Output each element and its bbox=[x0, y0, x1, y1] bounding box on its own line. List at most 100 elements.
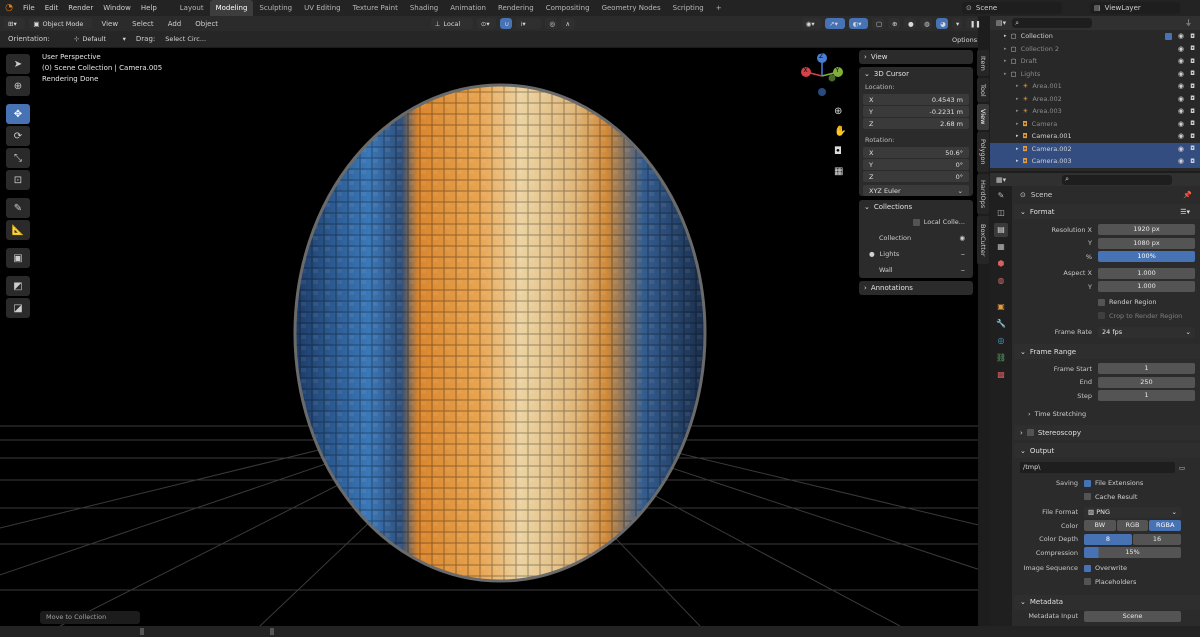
overwrite-checkbox[interactable] bbox=[1084, 564, 1091, 572]
exclude-checkbox[interactable] bbox=[1165, 32, 1172, 40]
annotate-tool-icon[interactable]: ✎ bbox=[6, 198, 30, 218]
add-workspace-button[interactable]: + bbox=[710, 0, 728, 16]
outliner-row[interactable]: ▸ ◘ Camera ◉ ◘ bbox=[990, 118, 1200, 131]
transform-orientation-selector[interactable]: ⊥ Local bbox=[430, 18, 473, 29]
presets-icon[interactable]: ☰▾ bbox=[1180, 208, 1190, 216]
menu-view[interactable]: View bbox=[96, 16, 123, 32]
stereoscopy-checkbox[interactable] bbox=[1026, 429, 1034, 436]
filter-icon[interactable]: ⏚ bbox=[1185, 18, 1192, 28]
aspect-x-field[interactable]: 1.000 bbox=[1098, 267, 1195, 279]
falloff-button[interactable]: ∧ bbox=[561, 18, 576, 29]
move-tool-icon[interactable]: ✥ bbox=[6, 104, 30, 124]
annotations-section[interactable]: › Annotations bbox=[859, 281, 973, 295]
pin-icon[interactable]: 📌 bbox=[1183, 191, 1192, 199]
menu-object[interactable]: Object bbox=[190, 16, 223, 32]
rotation-mode-select[interactable]: XYZ Euler ⌄ bbox=[863, 185, 969, 196]
tab-item[interactable]: Item bbox=[977, 50, 989, 76]
folder-icon[interactable]: ▭ bbox=[1179, 464, 1185, 472]
aspect-y-field[interactable]: 1.000 bbox=[1098, 281, 1195, 293]
render-camera-icon[interactable]: ◘ bbox=[1190, 145, 1195, 152]
metadata-input-field[interactable]: Scene bbox=[1084, 610, 1181, 622]
render-camera-icon[interactable]: ◘ bbox=[1190, 158, 1195, 165]
render-camera-icon[interactable]: ◘ bbox=[1190, 120, 1195, 127]
constraint-props-icon[interactable]: ⛓ bbox=[994, 351, 1008, 365]
tab-rendering[interactable]: Rendering bbox=[492, 0, 540, 16]
overlay-toggle[interactable]: ◐▾ bbox=[848, 18, 868, 29]
render-camera-icon[interactable]: ◘ bbox=[1190, 83, 1195, 90]
local-collections-toggle[interactable]: Local Colle... bbox=[859, 214, 973, 230]
placeholders-checkbox[interactable] bbox=[1084, 578, 1091, 586]
menu-help[interactable]: Help bbox=[136, 0, 162, 16]
color-rgba-button[interactable]: RGBA bbox=[1149, 520, 1182, 532]
render-camera-icon[interactable]: ◘ bbox=[1190, 108, 1195, 115]
outliner-row[interactable]: ▸ ▢ Collection 2 ◉ ◘ bbox=[990, 43, 1200, 56]
tab-modeling[interactable]: Modeling bbox=[209, 0, 254, 16]
frame-end-field[interactable]: 250 bbox=[1098, 376, 1195, 388]
render-camera-icon[interactable]: ◘ bbox=[1190, 33, 1195, 40]
cursor-location-x[interactable]: X 0.4543 m bbox=[863, 94, 969, 105]
mode-selector[interactable]: ▣ Object Mode bbox=[29, 18, 93, 29]
gizmo-toggle[interactable]: ↗▾ bbox=[825, 18, 845, 29]
eye-icon[interactable]: ◉ bbox=[959, 234, 965, 242]
expand-arrow-icon[interactable]: ▸ bbox=[1016, 121, 1019, 127]
menu-window[interactable]: Window bbox=[98, 0, 136, 16]
view-section[interactable]: › View bbox=[859, 50, 973, 64]
xray-toggle[interactable]: ▢ bbox=[871, 18, 884, 29]
render-camera-icon[interactable]: ◘ bbox=[1190, 95, 1195, 102]
collection-row[interactable]: ● Lights ⌣ bbox=[859, 246, 973, 262]
hand-pan-icon[interactable]: ✋ bbox=[834, 126, 848, 146]
render-region-row[interactable]: Render Region bbox=[1014, 296, 1200, 310]
crop-region-checkbox[interactable] bbox=[1098, 312, 1105, 320]
scale-tool-icon[interactable]: ⤡ bbox=[6, 148, 30, 168]
output-props-icon[interactable]: ▤ bbox=[994, 223, 1008, 237]
render-region-checkbox[interactable] bbox=[1098, 298, 1105, 306]
tool-props-icon[interactable]: ✎ bbox=[994, 189, 1008, 203]
shading-options-button[interactable]: ▾ bbox=[951, 18, 962, 29]
view-layer-props-icon[interactable]: ▦ bbox=[994, 240, 1008, 254]
frame-start-field[interactable]: 1 bbox=[1098, 363, 1195, 375]
cursor-rotation-z[interactable]: Z 0° bbox=[863, 171, 969, 182]
resolution-x-field[interactable]: 1920 px bbox=[1098, 224, 1195, 236]
cursor-tool-icon[interactable]: ⊕ bbox=[6, 76, 30, 96]
eye-icon[interactable]: ◉ bbox=[1178, 45, 1184, 53]
outliner-row[interactable]: ▸ ◘ Camera.001 ◉ ◘ bbox=[990, 130, 1200, 143]
tab-scripting[interactable]: Scripting bbox=[667, 0, 710, 16]
tab-tool[interactable]: Tool bbox=[977, 78, 989, 102]
tab-animation[interactable]: Animation bbox=[444, 0, 492, 16]
hardops-tool-icon[interactable]: ◪ bbox=[6, 298, 30, 318]
pause-render-button[interactable]: ❚❚ bbox=[965, 18, 981, 29]
outliner-row[interactable]: ▸ ☀ Area.003 ◉ ◘ bbox=[990, 105, 1200, 118]
pivot-button[interactable]: ⊙▾ bbox=[476, 18, 497, 29]
rotate-tool-icon[interactable]: ⟳ bbox=[6, 126, 30, 146]
shading-solid-button[interactable]: ● bbox=[903, 18, 916, 29]
expand-arrow-icon[interactable]: ▸ bbox=[1004, 71, 1007, 77]
expand-arrow-icon[interactable]: ▸ bbox=[1016, 158, 1019, 164]
expand-arrow-icon[interactable]: ▸ bbox=[1004, 58, 1007, 64]
expand-arrow-icon[interactable]: ▸ bbox=[1016, 133, 1019, 139]
last-operation-panel[interactable]: Move to Collection bbox=[40, 611, 140, 624]
resolution-percent-slider[interactable]: 100% bbox=[1098, 251, 1195, 263]
frame-range-panel-header[interactable]: ⌄ Frame Range bbox=[1014, 344, 1200, 359]
eye-icon[interactable]: ◉ bbox=[1178, 95, 1184, 103]
tab-polygon[interactable]: Polygon bbox=[977, 132, 989, 172]
outliner-search-input[interactable]: ⌕ bbox=[1012, 18, 1093, 28]
render-camera-icon[interactable]: ◘ bbox=[1190, 133, 1195, 140]
expand-arrow-icon[interactable]: ▸ bbox=[1016, 96, 1019, 102]
cache-result-checkbox[interactable] bbox=[1084, 493, 1091, 501]
collection-row[interactable]: Collection ◉ bbox=[859, 230, 973, 246]
output-panel-header[interactable]: ⌄ Output bbox=[1014, 443, 1200, 458]
eye-icon[interactable]: ◉ bbox=[1178, 120, 1184, 128]
orientation-selector[interactable]: ⊹ Default ▾ bbox=[69, 33, 130, 45]
eye-icon[interactable]: ◉ bbox=[1178, 107, 1184, 115]
frame-rate-select[interactable]: 24 fps ⌄ bbox=[1098, 326, 1195, 338]
texture-props-icon[interactable]: ▩ bbox=[994, 368, 1008, 382]
expand-arrow-icon[interactable]: ▸ bbox=[1004, 46, 1007, 52]
outliner-row[interactable]: ▸ ☀ Area.002 ◉ ◘ bbox=[990, 93, 1200, 106]
render-camera-icon[interactable]: ◘ bbox=[1190, 45, 1195, 52]
eye-icon[interactable]: ◉ bbox=[1178, 82, 1184, 90]
eye-icon[interactable]: ◉ bbox=[1178, 157, 1184, 165]
cursor-rotation-y[interactable]: Y 0° bbox=[863, 159, 969, 170]
viewlayer-selector[interactable]: ▤ ViewLayer bbox=[1090, 2, 1180, 14]
transform-tool-icon[interactable]: ⊡ bbox=[6, 170, 30, 190]
tab-boxcutter[interactable]: BoxCutter bbox=[977, 216, 989, 264]
